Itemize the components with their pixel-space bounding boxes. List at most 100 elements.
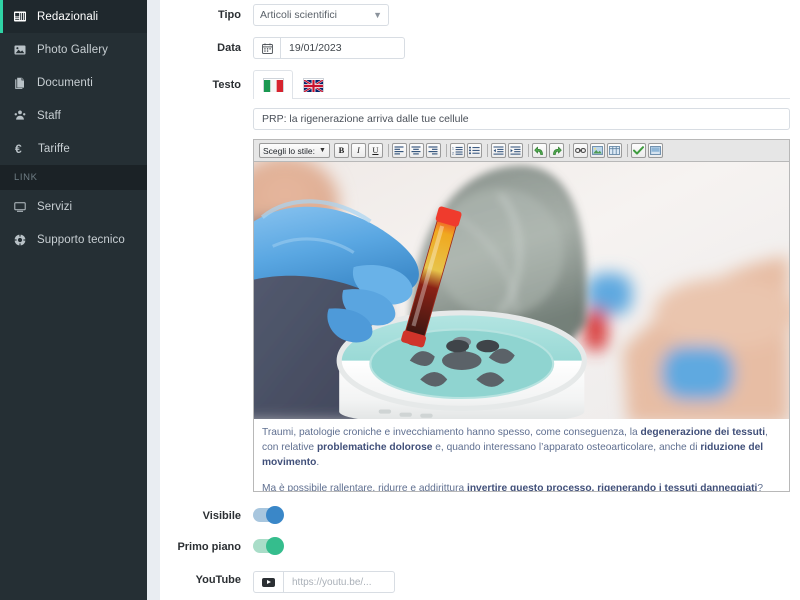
label-tipo: Tipo: [217, 9, 241, 21]
redazionale-form: Tipo Articoli scientifici ▼ Data 19/01/2…: [160, 0, 800, 593]
rich-text-editor: Scegli lo stile: ▼ B I U 1 2 Traumi, pat…: [253, 139, 790, 492]
text-run: e, quando interessano l’apparato osteoar…: [432, 442, 701, 453]
italic-icon[interactable]: I: [350, 143, 366, 158]
sidebar-item-redazionali[interactable]: Redazionali: [0, 0, 147, 33]
sidebar-item-label: Redazionali: [37, 10, 99, 23]
sidebar-item-documenti[interactable]: Documenti: [0, 66, 147, 99]
tab-language-english[interactable]: [293, 70, 333, 99]
align-center-icon[interactable]: [408, 143, 424, 158]
underline-icon[interactable]: U: [367, 143, 383, 158]
redo-icon[interactable]: [548, 143, 564, 158]
visibile-toggle[interactable]: [253, 506, 284, 524]
toolbar-separator: [626, 144, 628, 157]
app-root: Redazionali Photo Gallery Documenti Staf…: [0, 0, 800, 600]
tabs-underline: [253, 98, 790, 99]
label-testo: Testo: [212, 79, 241, 91]
text-run: Ma è possibile rallentare, ridurre e add…: [262, 483, 467, 492]
euro-icon: €: [15, 141, 22, 156]
sidebar-item-supporto-tecnico[interactable]: Supporto tecnico: [0, 223, 147, 256]
editor-content-area[interactable]: Traumi, patologie croniche e invecchiame…: [253, 161, 790, 492]
field-row-data: Data 19/01/2023: [160, 37, 800, 59]
people-icon: [14, 110, 31, 121]
field-row-visibile: Visibile: [160, 505, 800, 527]
editor-inline-image[interactable]: [254, 162, 789, 419]
calendar-icon[interactable]: [253, 37, 280, 59]
text-run: Traumi, patologie croniche e invecchiame…: [262, 427, 641, 438]
label-visibile: Visibile: [202, 510, 241, 522]
label-youtube: YouTube: [195, 574, 241, 586]
youtube-field[interactable]: https://youtu.be/...: [253, 571, 395, 593]
image-icon: [14, 45, 31, 55]
tipo-select[interactable]: Articoli scientifici ▼: [253, 4, 389, 26]
sidebar-item-label: Documenti: [37, 76, 93, 89]
style-select-label: Scegli lo stile:: [263, 145, 315, 156]
svg-text:1: 1: [452, 147, 454, 151]
toggle-knob: [266, 537, 284, 555]
lifebuoy-icon: [14, 233, 31, 246]
sidebar-item-label: Staff: [37, 109, 61, 122]
bold-icon[interactable]: B: [333, 143, 349, 158]
insert-image-icon[interactable]: [589, 143, 605, 158]
newspaper-icon: [14, 11, 31, 22]
label-data: Data: [217, 42, 241, 54]
svg-text:2: 2: [452, 151, 454, 155]
data-input[interactable]: 19/01/2023: [280, 37, 405, 59]
field-row-youtube: YouTube https://youtu.be/...: [160, 569, 800, 593]
toolbar-separator: [387, 144, 389, 157]
language-tabs: [253, 70, 790, 99]
text-run-bold: problematiche dolorose: [316, 442, 433, 453]
editor-text-body[interactable]: Traumi, patologie croniche e invecchiame…: [254, 419, 789, 492]
label-primo-piano: Primo piano: [177, 541, 241, 553]
editor-toolbar: Scegli lo stile: ▼ B I U 1 2: [253, 139, 790, 161]
insert-table-icon[interactable]: [606, 143, 622, 158]
toolbar-separator: [486, 144, 488, 157]
text-run-bold: invertire questo processo, rigenerando i…: [466, 483, 758, 492]
unordered-list-icon[interactable]: [466, 143, 482, 158]
sidebar: Redazionali Photo Gallery Documenti Staf…: [0, 0, 147, 600]
tipo-select-value: Articoli scientifici: [260, 9, 338, 21]
undo-icon[interactable]: [531, 143, 547, 158]
tab-language-italian[interactable]: [253, 70, 293, 99]
uk-flag-icon: [302, 78, 324, 93]
chevron-down-icon: ▼: [373, 9, 382, 20]
ordered-list-icon[interactable]: 1 2: [449, 143, 465, 158]
toolbar-separator: [445, 144, 447, 157]
toggle-knob: [266, 506, 284, 524]
main-content: Tipo Articoli scientifici ▼ Data 19/01/2…: [160, 0, 800, 600]
sidebar-item-label: Tariffe: [38, 142, 70, 155]
style-select[interactable]: Scegli lo stile: ▼: [259, 143, 330, 158]
link-icon[interactable]: [572, 143, 588, 158]
align-right-icon[interactable]: [425, 143, 441, 158]
titolo-input[interactable]: PRP: la rigenerazione arriva dalle tue c…: [253, 108, 790, 130]
editor-paragraph: Ma è possibile rallentare, ridurre e add…: [262, 481, 781, 492]
sidebar-section-link: LINK: [0, 165, 147, 190]
toolbar-separator: [527, 144, 529, 157]
sidebar-item-label: Servizi: [37, 200, 73, 213]
youtube-input[interactable]: https://youtu.be/...: [283, 571, 395, 593]
field-row-primo-piano: Primo piano: [160, 536, 800, 558]
text-run: .: [316, 457, 320, 468]
sidebar-item-photo-gallery[interactable]: Photo Gallery: [0, 33, 147, 66]
sidebar-item-label: Supporto tecnico: [37, 233, 125, 246]
sidebar-item-tariffe[interactable]: € Tariffe: [0, 132, 147, 165]
align-left-icon[interactable]: [391, 143, 407, 158]
italian-flag-icon: [262, 78, 284, 92]
sidebar-item-staff[interactable]: Staff: [0, 99, 147, 132]
outdent-icon[interactable]: [490, 143, 506, 158]
field-row-testo: Testo PRP: la rigenerazione arriva dalle…: [160, 70, 800, 492]
sidebar-gutter: [147, 0, 160, 600]
documents-icon: [14, 77, 31, 89]
media-icon[interactable]: [647, 143, 663, 158]
sidebar-item-servizi[interactable]: Servizi: [0, 190, 147, 223]
primo-piano-toggle[interactable]: [253, 537, 284, 555]
data-field[interactable]: 19/01/2023: [253, 37, 405, 59]
sidebar-item-label: Photo Gallery: [37, 43, 108, 56]
toolbar-separator: [568, 144, 570, 157]
indent-icon[interactable]: [507, 143, 523, 158]
spellcheck-icon[interactable]: [630, 143, 646, 158]
